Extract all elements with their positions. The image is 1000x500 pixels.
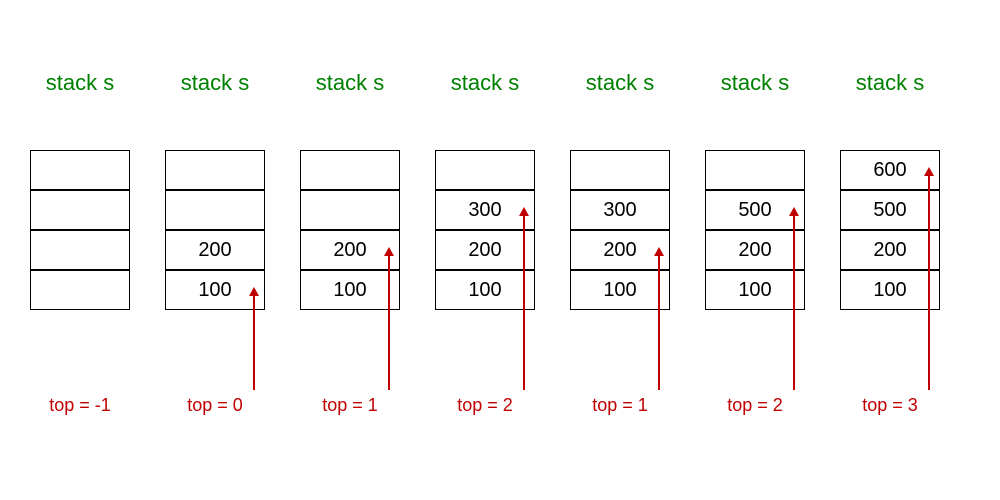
stack-cell: 100 <box>840 270 940 310</box>
top-caption: top = 3 <box>840 395 940 416</box>
stack-title: stack s <box>300 70 400 96</box>
top-pointer-arrow <box>388 256 390 390</box>
top-pointer-arrow <box>928 176 930 390</box>
stack-cell: 200 <box>165 230 265 270</box>
stack-title: stack s <box>435 70 535 96</box>
stack-cell: 100 <box>705 270 805 310</box>
stack-cell <box>570 150 670 190</box>
stack-cell <box>300 190 400 230</box>
stack-cell <box>165 150 265 190</box>
top-pointer-arrowhead <box>789 207 799 216</box>
top-pointer-arrowhead <box>519 207 529 216</box>
stack-cell <box>30 190 130 230</box>
top-caption: top = 2 <box>435 395 535 416</box>
stack-title: stack s <box>705 70 805 96</box>
stack-title: stack s <box>165 70 265 96</box>
stack-title: stack s <box>840 70 940 96</box>
stack-cell: 500 <box>840 190 940 230</box>
stack-cell: 200 <box>705 230 805 270</box>
top-caption: top = 1 <box>300 395 400 416</box>
stack-cell: 200 <box>435 230 535 270</box>
top-pointer-arrowhead <box>249 287 259 296</box>
stack-cell: 100 <box>300 270 400 310</box>
stack-cell: 200 <box>840 230 940 270</box>
top-caption: top = 0 <box>165 395 265 416</box>
top-pointer-arrowhead <box>654 247 664 256</box>
stack-cell <box>435 150 535 190</box>
stack-cell: 100 <box>435 270 535 310</box>
top-pointer-arrow <box>793 216 795 390</box>
top-caption: top = -1 <box>30 395 130 416</box>
stack-cell <box>300 150 400 190</box>
top-caption: top = 2 <box>705 395 805 416</box>
top-pointer-arrowhead <box>384 247 394 256</box>
stack-cell <box>30 150 130 190</box>
stack-cell: 100 <box>570 270 670 310</box>
stack-title: stack s <box>570 70 670 96</box>
stack-cell <box>30 270 130 310</box>
stack-cell <box>705 150 805 190</box>
stack-cell <box>165 190 265 230</box>
stack-cell: 300 <box>570 190 670 230</box>
stack-sequence-diagram: stack stop = -1stack s200100top = 0stack… <box>0 0 1000 500</box>
top-pointer-arrow <box>523 216 525 390</box>
top-pointer-arrow <box>658 256 660 390</box>
stack-title: stack s <box>30 70 130 96</box>
top-pointer-arrow <box>253 296 255 390</box>
top-caption: top = 1 <box>570 395 670 416</box>
top-pointer-arrowhead <box>924 167 934 176</box>
stack-cell <box>30 230 130 270</box>
